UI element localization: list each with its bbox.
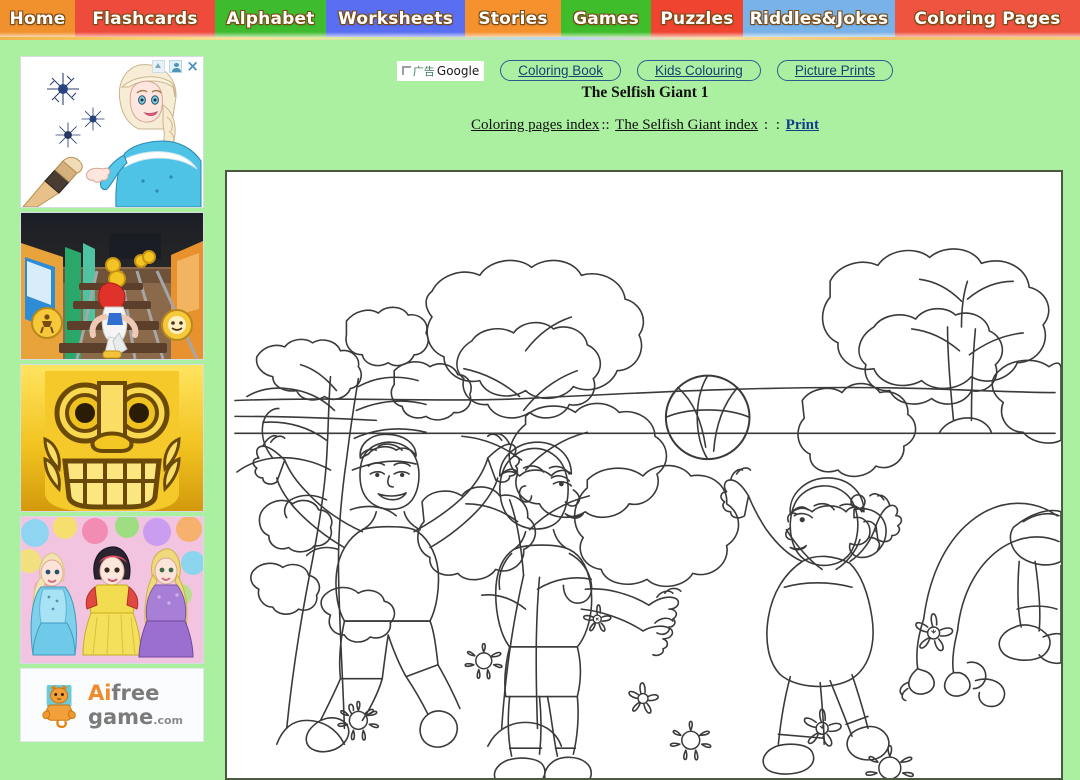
- ad-link-picture-prints[interactable]: Picture Prints: [776, 60, 894, 81]
- nav-label: Stories: [478, 8, 548, 29]
- cat-mascot-icon: [42, 685, 76, 728]
- sidebar-ad-subway-surfers[interactable]: [20, 212, 204, 360]
- google-ads-badge[interactable]: 广告 Google: [396, 60, 485, 81]
- nav-item-riddles-and-jokes[interactable]: Riddles&Jokes: [743, 0, 895, 37]
- close-icon[interactable]: ×: [186, 59, 199, 74]
- logo-wordmark: Aifree game.com: [87, 680, 184, 729]
- breadcrumb-link-coloring-pages-index[interactable]: Coloring pages index: [471, 117, 599, 133]
- breadcrumb-link-selfish-giant-index[interactable]: The Selfish Giant index: [615, 117, 758, 133]
- coloring-line-art-svg: [227, 172, 1061, 778]
- frozen-coloring-artwork: [21, 57, 203, 207]
- nav-label: Riddles&Jokes: [749, 8, 889, 29]
- temple-run-artwork: [21, 365, 203, 511]
- logo-dotcom: .com: [153, 713, 184, 727]
- adchoices-info-icon[interactable]: [152, 60, 166, 73]
- breadcrumb-separator-2: :: [763, 117, 768, 133]
- logo-ai: Ai: [87, 680, 112, 705]
- adchoices-person-icon[interactable]: [169, 60, 183, 73]
- nav-label: Coloring Pages: [914, 8, 1061, 29]
- frozen-art-svg: [21, 57, 203, 207]
- ad-link-kids-colouring[interactable]: Kids Colouring: [637, 60, 761, 81]
- ad-link-coloring-book[interactable]: Coloring Book: [500, 60, 622, 81]
- sidebar-ad-temple-run[interactable]: [20, 364, 204, 512]
- aifree-game-logo[interactable]: Aifree game.com: [20, 668, 204, 742]
- nav-label: Home: [9, 8, 66, 29]
- princess-art-svg: [21, 517, 203, 663]
- breadcrumb-link-print[interactable]: Print: [786, 117, 819, 133]
- google-wordmark: Google: [436, 63, 480, 78]
- sponsored-links-bar: 广告 Google Coloring Book Kids Colouring P…: [225, 60, 1065, 81]
- page-root: Home Flashcards Alphabet Worksheets Stor…: [0, 0, 1080, 780]
- nav-label: Games: [573, 8, 639, 29]
- nav-underline-strip: [0, 37, 1080, 40]
- nav-item-alphabet[interactable]: Alphabet: [215, 0, 326, 37]
- logo-free: free: [111, 680, 160, 705]
- sidebar-ad-frozen-coloring[interactable]: ×: [20, 56, 204, 208]
- princess-dressup-artwork: [21, 517, 203, 663]
- nav-label: Alphabet: [226, 8, 315, 29]
- nav-label: Worksheets: [337, 8, 454, 29]
- nav-item-games[interactable]: Games: [561, 0, 651, 37]
- logo-game: game: [87, 704, 154, 729]
- breadcrumb-separator-1: ::: [601, 117, 610, 133]
- ad-choices-corner-icon: [401, 66, 411, 75]
- ad-label-cn: 广告: [412, 64, 435, 78]
- subway-surfers-artwork: [21, 213, 203, 359]
- breadcrumb-separator-3: :: [775, 117, 780, 133]
- nav-item-puzzles[interactable]: Puzzles: [651, 0, 743, 37]
- sidebar-ad-princess-dressup[interactable]: [20, 516, 204, 664]
- nav-label: Flashcards: [92, 8, 198, 29]
- sidebar-ads: × Aifree game.com: [20, 56, 204, 746]
- page-title: The Selfish Giant 1: [581, 84, 709, 101]
- coloring-page-image[interactable]: [225, 170, 1063, 780]
- main-navigation: Home Flashcards Alphabet Worksheets Stor…: [0, 0, 1080, 37]
- breadcrumb: Coloring pages index:: The Selfish Giant…: [225, 117, 1065, 134]
- nav-item-home[interactable]: Home: [0, 0, 75, 37]
- nav-item-stories[interactable]: Stories: [465, 0, 561, 37]
- nav-item-worksheets[interactable]: Worksheets: [326, 0, 465, 37]
- subway-art-svg: [21, 213, 203, 359]
- temple-art-svg: [21, 365, 203, 511]
- nav-item-coloring-pages[interactable]: Coloring Pages: [895, 0, 1080, 37]
- ad-controls: ×: [152, 59, 199, 74]
- nav-label: Puzzles: [660, 8, 734, 29]
- nav-item-flashcards[interactable]: Flashcards: [75, 0, 215, 37]
